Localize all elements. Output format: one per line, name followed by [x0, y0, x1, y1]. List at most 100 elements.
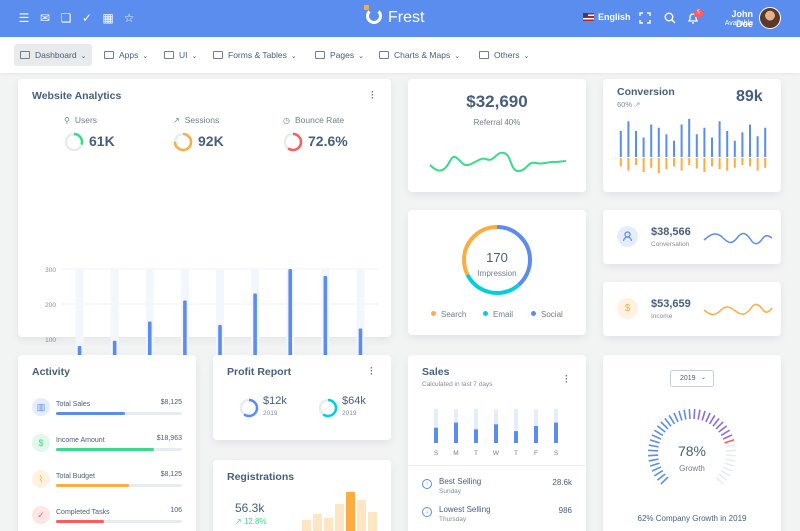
- bar-down: [703, 158, 706, 172]
- bar-down: [726, 158, 729, 171]
- chevron-down-icon: ⌄: [358, 53, 364, 60]
- bar: [302, 520, 311, 531]
- activity-progress: [56, 520, 182, 523]
- gauge-tick: [720, 429, 731, 437]
- menu-item-others[interactable]: Others ⌄: [473, 44, 535, 66]
- bar-up: [619, 131, 622, 157]
- x-tick-label: W: [493, 450, 500, 457]
- progress-fill: [56, 412, 126, 415]
- trend-icon: ⌇: [32, 470, 50, 488]
- monitor-icon: [20, 51, 30, 59]
- income-card: $ $53,659 Income: [603, 282, 781, 336]
- registrations-value: 56.3k: [235, 501, 265, 515]
- chevron-down-icon: ⌄: [454, 53, 461, 60]
- bar: [514, 431, 518, 443]
- brand[interactable]: Frest: [364, 5, 425, 28]
- avatar[interactable]: [759, 7, 781, 29]
- referral-sparkline: [429, 151, 567, 173]
- bar: [357, 500, 366, 531]
- gauge-tick: [705, 412, 711, 423]
- conversation-label: Conversation: [651, 241, 690, 248]
- language-selector[interactable]: English: [583, 12, 631, 22]
- income-sparkline: [703, 303, 773, 316]
- search-icon[interactable]: [664, 12, 676, 24]
- mail-icon[interactable]: ✉: [38, 11, 52, 25]
- activity-progress: [56, 484, 182, 487]
- bar-down: [635, 158, 637, 165]
- menu-item-ui[interactable]: UI ⌄: [158, 44, 203, 66]
- chat-icon[interactable]: ❏: [59, 11, 73, 25]
- conversation-value: $38,566: [651, 226, 691, 238]
- more-options-icon[interactable]: · · ·: [565, 372, 568, 388]
- year-select[interactable]: 2019 ⌄: [670, 370, 714, 387]
- menu-item-forms-tables[interactable]: Forms & Tables ⌄: [207, 44, 303, 66]
- y-tick-label: 200: [45, 302, 56, 309]
- bar: [454, 422, 458, 443]
- fullscreen-icon[interactable]: [639, 12, 651, 24]
- bar-up: [703, 127, 706, 157]
- user-status: Available: [724, 20, 753, 27]
- bar-up: [673, 140, 675, 157]
- gauge-tick: [688, 409, 691, 420]
- bar-down: [642, 158, 645, 172]
- bar: [368, 512, 377, 531]
- referral-value: $32,690: [466, 92, 528, 111]
- dollar-icon: $: [617, 298, 638, 319]
- conversion-percent: 60% ↗: [617, 100, 640, 109]
- sales-subtitle: Calculated in last 7 days: [422, 381, 493, 388]
- menu-item-pages[interactable]: Pages ⌄: [309, 44, 370, 66]
- arrow-down-circle-icon: ↓: [422, 507, 432, 517]
- chevron-down-icon: ⌄: [290, 53, 297, 60]
- profit-report-card: Profit Report · · · $12k 2019 $64k 2019: [213, 355, 391, 440]
- activity-progress: [56, 412, 182, 415]
- conversation-sparkline: [703, 232, 773, 245]
- trend-up-icon: ↗: [235, 517, 242, 526]
- grid-icon: [213, 51, 223, 59]
- activity-value: $8,125: [160, 471, 182, 478]
- bar-up: [688, 119, 691, 157]
- sales-row-value: 28.6k: [552, 478, 572, 487]
- bar-up: [711, 137, 713, 157]
- impression-card: 170 Impression Search Email Social: [408, 210, 586, 335]
- gauge-tick: [712, 417, 720, 427]
- bar-up: [726, 131, 729, 157]
- activity-label: Total Budget: [56, 473, 95, 480]
- calendar-icon[interactable]: ▦: [101, 11, 115, 25]
- bar-up: [657, 127, 660, 157]
- star-icon[interactable]: ☆: [122, 11, 136, 25]
- conversion-card: Conversion 60% ↗ 89k: [603, 79, 781, 192]
- legend-item: Social: [531, 310, 563, 319]
- card-title: Website Analytics: [32, 90, 122, 102]
- chevron-down-icon: ⌄: [700, 375, 706, 381]
- legend-dot: [431, 311, 436, 316]
- bar-down: [695, 158, 698, 169]
- more-options-icon[interactable]: · · ·: [371, 88, 374, 104]
- x-tick-label: T: [474, 450, 478, 457]
- bar-up: [680, 124, 683, 157]
- dollar-icon: $: [32, 434, 50, 452]
- check-circle-icon[interactable]: ✓: [80, 11, 94, 25]
- activity-label: Total Sales: [56, 401, 91, 408]
- legend-dot: [483, 311, 488, 316]
- gauge-tick: [664, 417, 672, 427]
- gauge-tick: [648, 458, 659, 462]
- chevron-down-icon: ⌄: [80, 53, 87, 60]
- stat-label-text: Bounce Rate: [294, 115, 345, 125]
- bar-up: [642, 137, 645, 157]
- bar-down: [680, 158, 683, 171]
- menu-item-dashboard[interactable]: Dashboard ⌄: [14, 44, 93, 66]
- legend-item: Email: [483, 310, 513, 319]
- menu-icon[interactable]: ☰: [17, 11, 31, 25]
- more-options-icon[interactable]: · · ·: [370, 364, 373, 380]
- legend-label: Search: [441, 310, 467, 319]
- bar: [434, 427, 438, 443]
- stat-value: 92K: [198, 133, 224, 149]
- sales-row-label: Lowest Selling: [439, 505, 491, 514]
- brand-name: Frest: [388, 9, 425, 26]
- menu-item-charts-maps[interactable]: Charts & Maps ⌄: [373, 44, 466, 66]
- menu-item-apps[interactable]: Apps ⌄: [98, 44, 154, 66]
- clock-icon: ◷: [283, 116, 290, 125]
- progress-fill: [56, 520, 104, 523]
- profit-ring: [239, 398, 259, 418]
- chart-icon: [379, 51, 389, 59]
